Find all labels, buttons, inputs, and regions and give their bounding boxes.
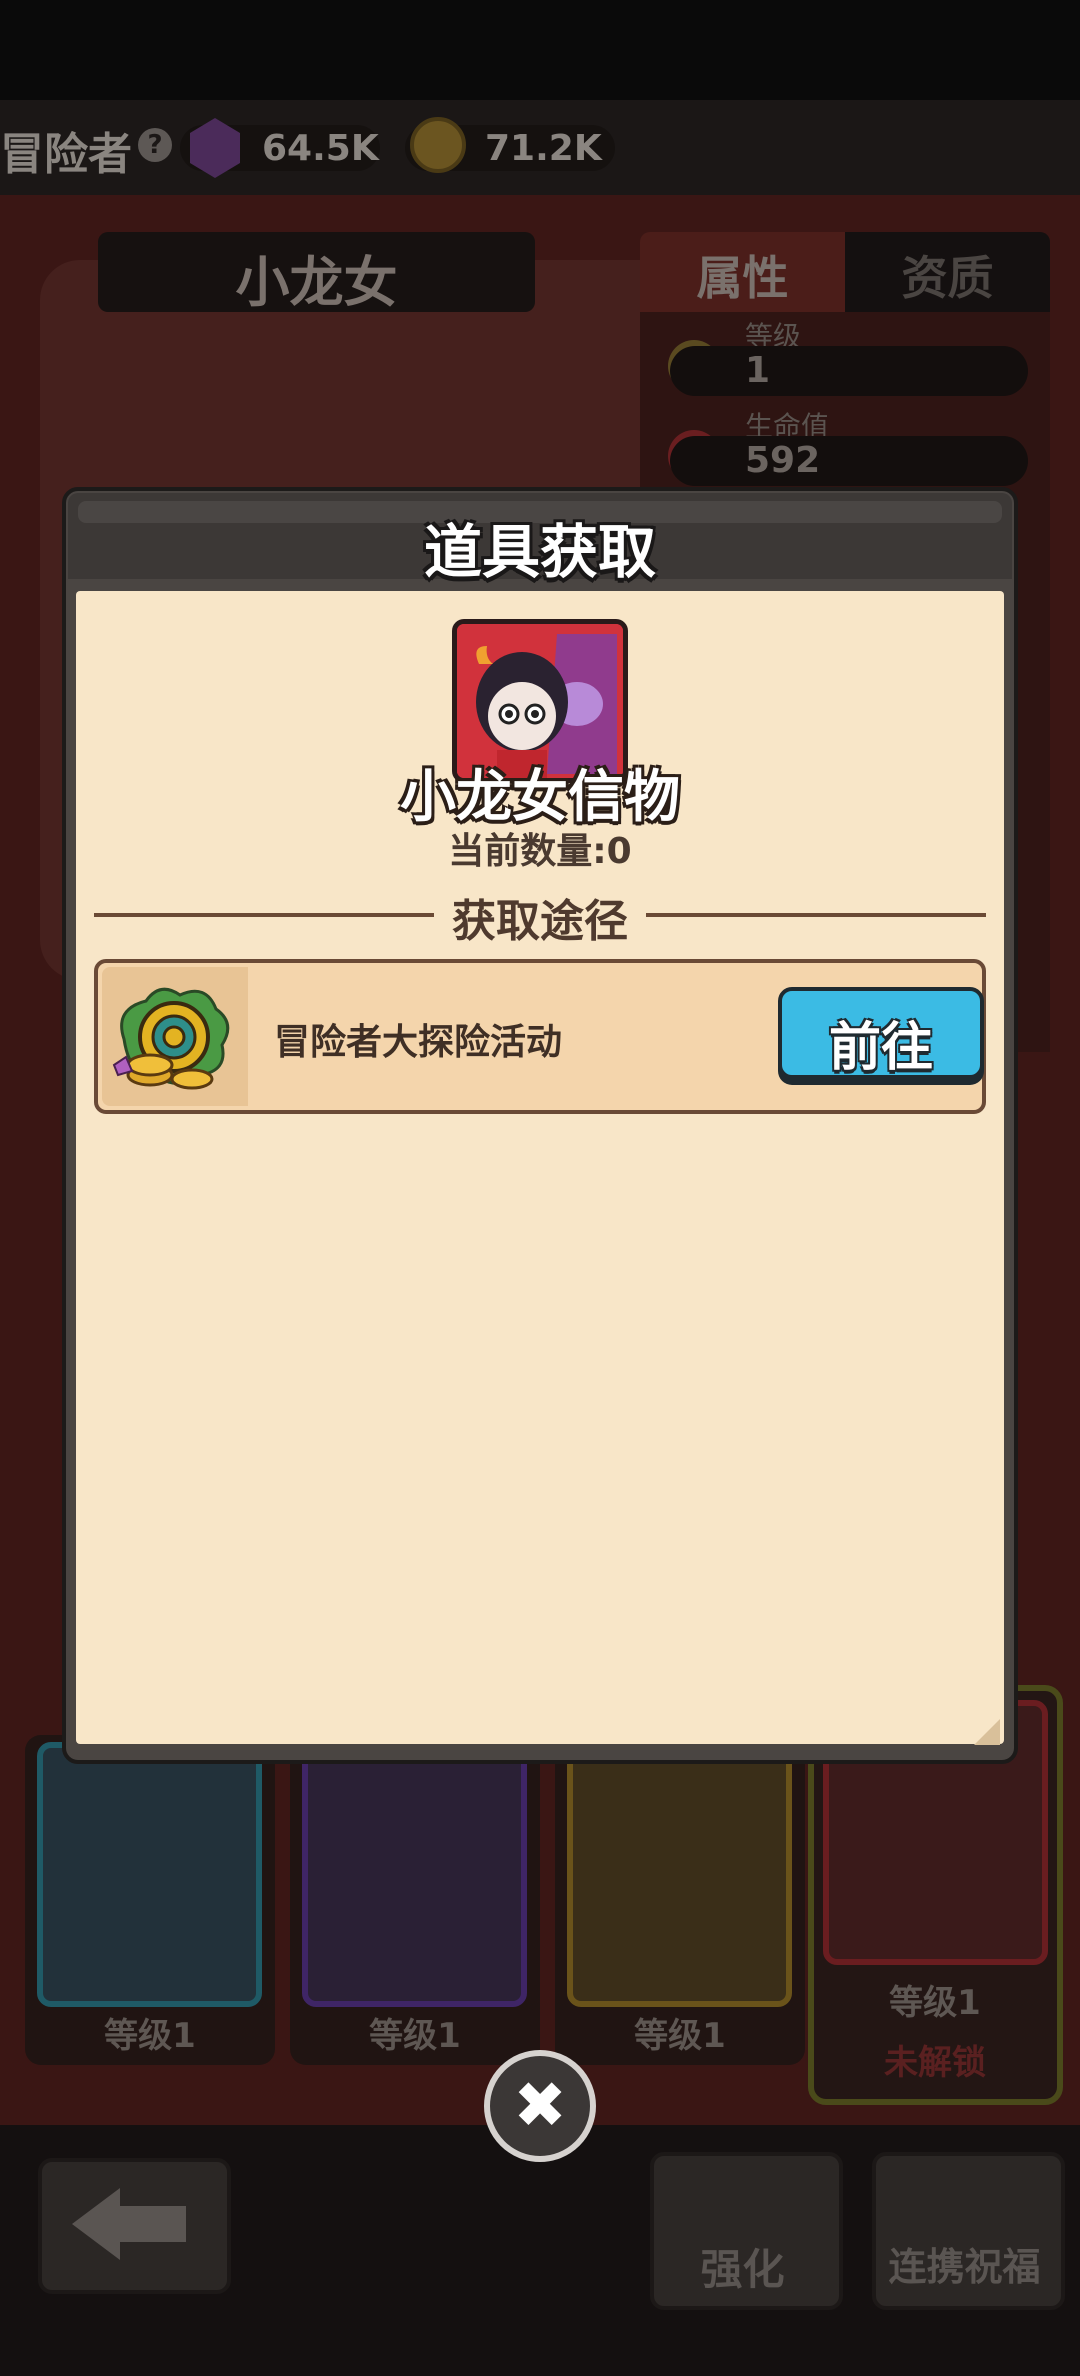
adventure-event-icon — [112, 987, 230, 1090]
section-title: 获取途径 — [452, 896, 628, 947]
back-arrow-icon — [72, 2188, 120, 2260]
item-acquisition-dialog: 道具获取 小龙女信物 当前数量:0 获取途径 冒险者大探险活动 前往 — [62, 487, 1018, 1764]
gem-value: 64.5K — [262, 128, 379, 169]
hero-name: 小龙女 — [235, 251, 398, 314]
hero-card-1-portrait — [37, 1742, 262, 2007]
item-quantity: 当前数量:0 — [448, 831, 632, 872]
source-label: 冒险者大探险活动 — [274, 1022, 563, 1063]
hero-card-3-level: 等级1 — [634, 2016, 726, 2056]
blessing-label: 连携祝福 — [888, 2245, 1041, 2289]
coin-icon — [410, 117, 466, 173]
hero-card-4-level: 等级1 — [889, 1983, 981, 2023]
go-button-label: 前往 — [828, 1018, 933, 1078]
help-icon[interactable]: ? — [138, 128, 172, 162]
resource-bar-title: 冒险者 — [0, 129, 132, 180]
acquisition-source-row: 冒险者大探险活动 前往 — [94, 959, 986, 1114]
paper-fold-corner — [974, 1719, 1000, 1745]
back-arrow-icon-tail — [118, 2206, 186, 2242]
hero-card-2-level: 等级1 — [369, 2016, 461, 2056]
level-bar — [670, 346, 1028, 396]
close-icon: ✖ — [513, 2069, 567, 2143]
level-value: 1 — [745, 350, 771, 391]
dialog-title: 道具获取 — [423, 518, 656, 586]
hp-value: 592 — [745, 440, 821, 481]
hero-card-3-portrait — [567, 1742, 792, 2007]
hero-card-4-status: 未解锁 — [884, 2043, 986, 2083]
hero-card-2-portrait — [302, 1742, 527, 2007]
hp-bar — [670, 436, 1028, 486]
item-name: 小龙女信物 — [400, 765, 680, 830]
go-button[interactable]: 前往 — [778, 987, 984, 1079]
hero-card-1-level: 等级1 — [104, 2016, 196, 2056]
tab-attributes-label: 属性 — [696, 251, 789, 305]
status-bar — [0, 0, 1080, 100]
tab-quality-label: 资质 — [901, 251, 994, 305]
coin-value: 71.2K — [485, 128, 602, 169]
close-button[interactable]: ✖ — [484, 2050, 596, 2162]
enhance-label: 强化 — [700, 2245, 785, 2294]
